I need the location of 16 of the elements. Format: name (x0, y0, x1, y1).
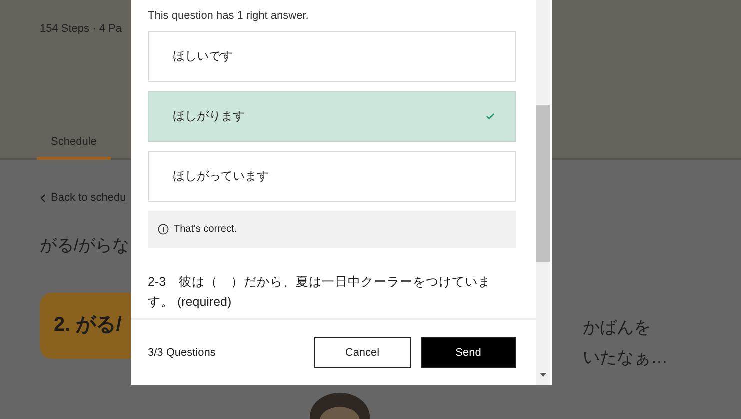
speech-text: いたなぁ… (583, 347, 668, 369)
speech-text: かばんを (583, 317, 652, 339)
lesson-heading: がる/がらな (40, 235, 131, 257)
scrollbar[interactable] (536, 0, 550, 385)
instruction-text: This question has 1 right answer. (148, 10, 310, 22)
scroll-down-arrow-icon[interactable] (540, 373, 547, 377)
check-icon (486, 113, 495, 120)
answer-option[interactable]: ほしいです (148, 31, 516, 82)
info-icon (158, 224, 169, 235)
answer-option[interactable]: ほしがります (148, 91, 516, 142)
feedback-text: That's correct. (174, 224, 238, 235)
cancel-button[interactable]: Cancel (314, 337, 411, 368)
chevron-left-icon (40, 194, 46, 202)
send-button[interactable]: Send (421, 337, 516, 368)
answer-option[interactable]: ほしがっています (148, 151, 516, 202)
course-meta: 154 Steps · 4 Pa (40, 23, 123, 35)
